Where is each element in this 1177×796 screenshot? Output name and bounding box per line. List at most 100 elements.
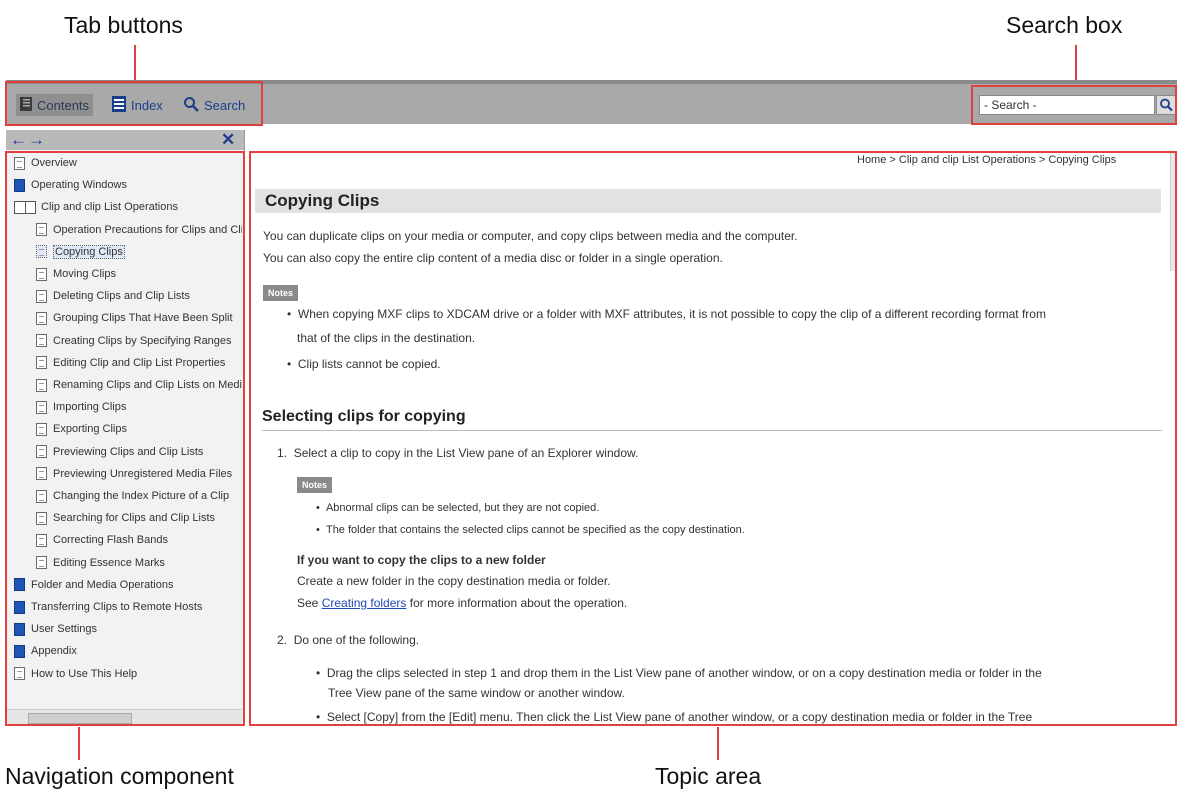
tree-item-label: Transferring Clips to Remote Hosts xyxy=(31,601,203,613)
tree-item-label: Overview xyxy=(31,157,77,169)
tree-item[interactable]: Renaming Clips and Clip Lists on Media xyxy=(36,375,242,395)
title-bar xyxy=(255,189,1161,213)
tree-item[interactable]: Copying Clips xyxy=(36,242,125,262)
tree-item[interactable]: Grouping Clips That Have Been Split xyxy=(36,308,233,328)
tree-item-label: User Settings xyxy=(31,623,98,636)
page-icon xyxy=(36,289,47,303)
tree-item-label: Exporting Clips xyxy=(53,423,127,436)
tree-item-label: Correcting Flash Bands xyxy=(53,534,168,547)
note-bullet-1: • When copying MXF clips to XDCAM drive … xyxy=(287,307,1046,321)
tree-item[interactable]: Operating Windows xyxy=(14,175,127,195)
page-icon xyxy=(36,511,47,525)
tree-item[interactable]: Appendix xyxy=(14,641,77,661)
callout-tab-buttons: Tab buttons xyxy=(64,12,183,38)
tree-item[interactable]: Moving Clips xyxy=(36,264,116,284)
search-input[interactable] xyxy=(979,95,1155,115)
close-icon[interactable]: ✕ xyxy=(221,130,235,150)
page-title: Copying Clips xyxy=(265,191,380,210)
search-button[interactable] xyxy=(1156,95,1177,115)
page-icon xyxy=(36,489,47,503)
forward-arrow-icon[interactable]: → xyxy=(28,130,45,150)
step-2: 2. Do one of the following. xyxy=(277,633,420,647)
tree-item[interactable]: Changing the Index Picture of a Clip xyxy=(36,486,229,506)
tree-item[interactable]: Previewing Unregistered Media Files xyxy=(36,464,232,484)
page-icon xyxy=(36,533,47,547)
callout-line-tab-buttons xyxy=(134,45,136,80)
tree-item-label: Renaming Clips and Clip Lists on Media xyxy=(53,379,242,391)
tree-item[interactable]: Correcting Flash Bands xyxy=(36,530,168,550)
tree-item[interactable]: Importing Clips xyxy=(36,397,126,417)
see-prefix: See xyxy=(297,596,322,610)
tree-item[interactable]: Editing Clip and Clip List Properties xyxy=(36,353,225,373)
see-also-line: See Creating folders for more informatio… xyxy=(297,596,627,610)
tree-item-label: Editing Clip and Clip List Properties xyxy=(53,356,226,369)
tree-item-label: Importing Clips xyxy=(53,401,127,414)
tree-item[interactable]: Overview xyxy=(14,153,77,173)
tree-item-label: Folder and Media Operations xyxy=(31,578,174,591)
callout-navigation: Navigation component xyxy=(5,763,234,789)
tree-item[interactable]: User Settings xyxy=(14,619,97,639)
callout-search-box: Search box xyxy=(1006,12,1123,38)
page-icon xyxy=(36,356,47,370)
page-icon xyxy=(36,422,47,436)
page-icon xyxy=(36,245,47,259)
step-1-text: Select a clip to copy in the List View p… xyxy=(293,446,639,460)
page-icon xyxy=(36,334,47,348)
tab-search[interactable]: Search xyxy=(183,94,245,116)
step-2-bullet-1: • Drag the clips selected in step 1 and … xyxy=(316,666,1042,680)
tree-item[interactable]: Transferring Clips to Remote Hosts xyxy=(14,597,202,617)
tab-index-label: Index xyxy=(131,97,163,113)
step-1: 1. Select a clip to copy in the List Vie… xyxy=(277,446,639,460)
callout-line-navigation xyxy=(78,727,80,760)
tree-item[interactable]: How to Use This Help xyxy=(14,664,137,684)
book-icon xyxy=(14,578,25,592)
intro-paragraph-2: You can also copy the entire clip conten… xyxy=(263,251,723,265)
page-icon xyxy=(36,378,47,392)
tree-item[interactable]: Searching for Clips and Clip Lists xyxy=(36,508,215,528)
page-icon xyxy=(36,311,47,325)
tree-item[interactable]: Deleting Clips and Clip Lists xyxy=(36,286,190,306)
search-icon xyxy=(183,96,199,115)
tree-item-label: Copying Clips xyxy=(53,244,125,259)
page-icon xyxy=(36,445,47,459)
book-icon xyxy=(14,600,25,614)
tree-item-label: Previewing Clips and Clip Lists xyxy=(53,445,204,458)
note-bullet-1-continued: that of the clips in the destination. xyxy=(297,331,476,345)
tab-search-label: Search xyxy=(204,97,246,113)
tree-item-label: Changing the Index Picture of a Clip xyxy=(53,490,230,502)
tree-item-label: Deleting Clips and Clip Lists xyxy=(53,290,190,303)
tree-item[interactable]: Operation Precautions for Clips and Clip… xyxy=(36,220,242,240)
new-folder-heading: If you want to copy the clips to a new f… xyxy=(297,553,546,567)
back-arrow-icon[interactable]: ← xyxy=(10,130,27,150)
tree-item[interactable]: Previewing Clips and Clip Lists xyxy=(36,442,203,462)
tree-item[interactable]: Editing Essence Marks xyxy=(36,553,165,573)
note-bullet-2: • Clip lists cannot be copied. xyxy=(287,357,441,371)
step-2-bullet-2: • Select [Copy] from the [Edit] menu. Th… xyxy=(316,710,1033,724)
step-2-bullet-2-text: Select [Copy] from the [Edit] menu. Then… xyxy=(326,710,1033,724)
step-1-note-2-text: The folder that contains the selected cl… xyxy=(325,524,745,536)
creating-folders-link[interactable]: Creating folders xyxy=(322,596,407,610)
page-icon xyxy=(36,467,47,481)
step-1-notes-badge: Notes xyxy=(297,477,333,493)
tree-item[interactable]: Folder and Media Operations xyxy=(14,575,173,595)
tree-item-label: Creating Clips by Specifying Ranges xyxy=(53,334,232,347)
book-icon xyxy=(14,622,25,636)
open-book-icon xyxy=(14,200,36,214)
topic-vertical-scrollbar[interactable] xyxy=(1170,151,1177,271)
tree-item[interactable]: Creating Clips by Specifying Ranges xyxy=(36,331,232,351)
navigation-horizontal-scrollbar[interactable] xyxy=(6,709,242,726)
callout-line-topic-area xyxy=(717,727,719,760)
callout-line-search-box xyxy=(1075,45,1077,85)
page-icon xyxy=(36,223,47,237)
search-button-icon xyxy=(1160,98,1173,112)
note-2-text: Clip lists cannot be copied. xyxy=(297,357,441,371)
page-icon xyxy=(36,556,47,570)
scrollbar-thumb[interactable] xyxy=(28,713,132,724)
tab-contents[interactable]: Contents xyxy=(16,94,94,116)
step-1-note-1-text: Abnormal clips can be selected, but they… xyxy=(325,502,600,514)
tab-index[interactable]: Index xyxy=(112,94,163,116)
page-icon xyxy=(14,667,25,681)
page-icon xyxy=(14,156,25,170)
tree-item[interactable]: Clip and clip List Operations xyxy=(14,197,178,217)
tree-item[interactable]: Exporting Clips xyxy=(36,419,127,439)
